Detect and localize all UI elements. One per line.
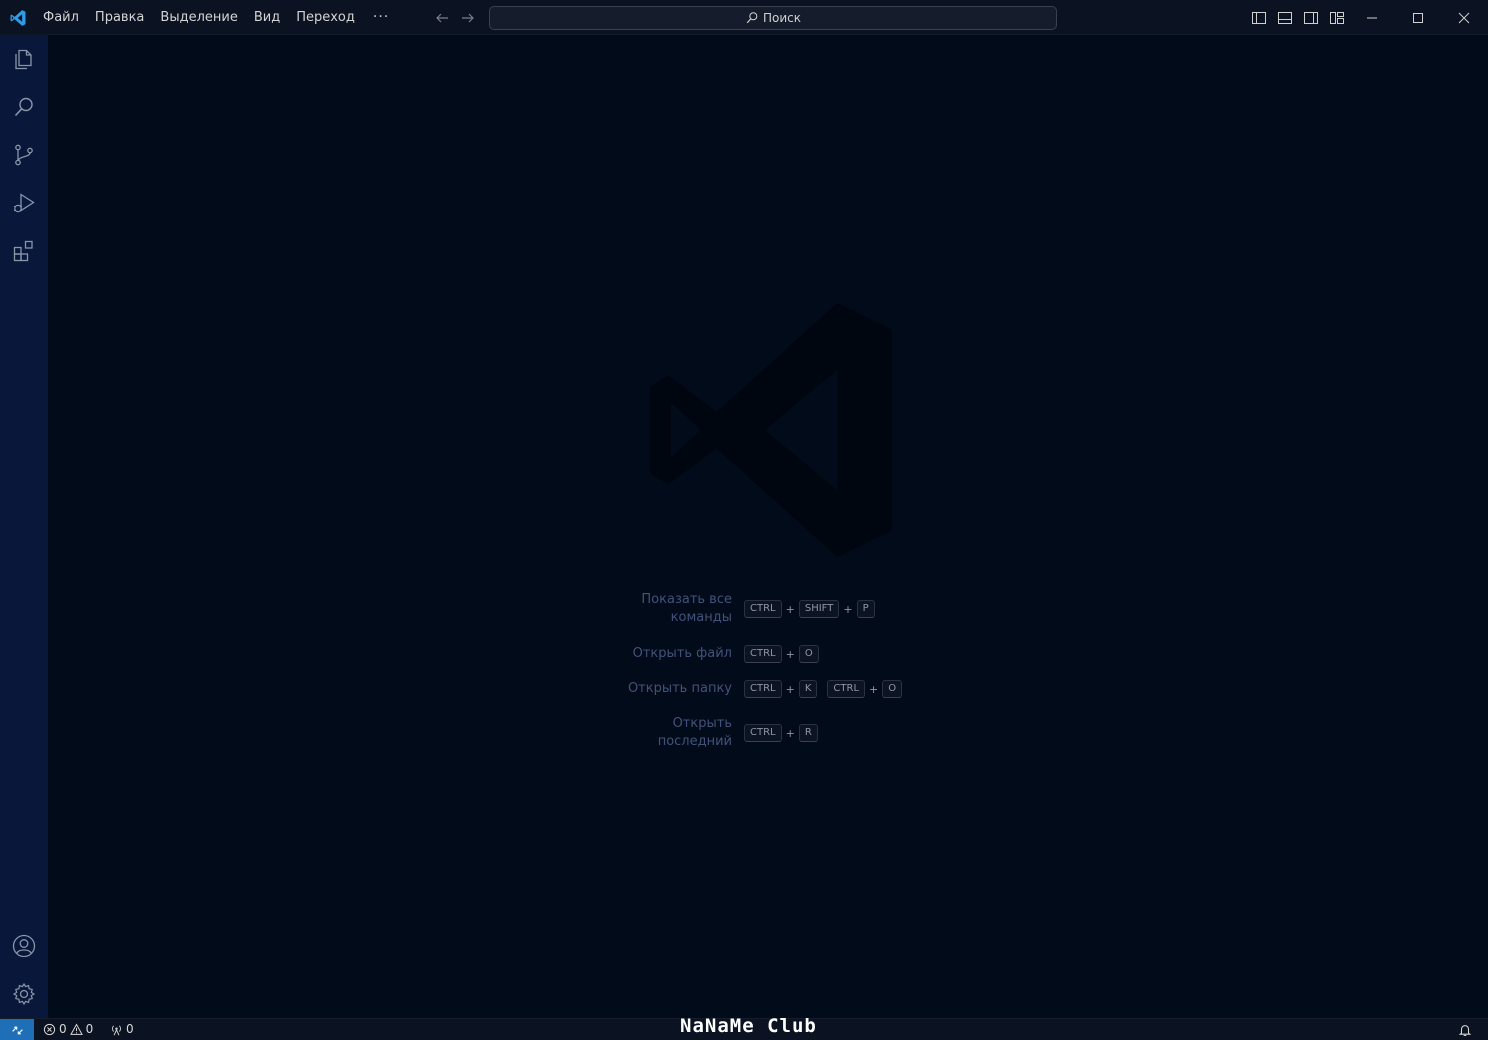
command-center-search[interactable]: Поиск: [489, 6, 1057, 30]
key-plus: +: [785, 602, 795, 616]
shortcut-open-folder: Открыть папку CTRL + K CTRL + O: [608, 680, 1008, 698]
key-cap: R: [798, 724, 818, 742]
menu-bar: Файл Правка Выделение Вид Переход ···: [35, 0, 399, 35]
ports-indicator[interactable]: 0: [110, 1022, 134, 1036]
warning-count: 0: [85, 1022, 94, 1036]
remote-indicator-icon: [11, 1026, 23, 1034]
minimize-icon: [1367, 17, 1377, 18]
customize-layout-icon[interactable]: [1329, 10, 1345, 26]
key-cap: CTRL: [744, 680, 782, 698]
run-debug-icon[interactable]: [12, 191, 36, 215]
shortcut-label: Открыть последний: [657, 716, 732, 749]
key-cap: O: [798, 645, 819, 663]
search-icon[interactable]: [12, 95, 36, 119]
back-arrow-icon[interactable]: [434, 10, 450, 26]
key-cap: CTRL: [827, 680, 866, 698]
ports-count: 0: [126, 1022, 134, 1036]
accounts-icon[interactable]: [12, 934, 36, 958]
forward-arrow-icon[interactable]: [460, 10, 476, 26]
shortcut-open-recent: Открыть последний CTRL + R: [608, 715, 1008, 751]
key-cap: CTRL: [744, 724, 782, 742]
shortcut-label: Открыть папку: [627, 681, 732, 696]
shortcut-keys: CTRL + K CTRL + O: [744, 680, 903, 698]
ports-antenna-icon: [112, 1025, 121, 1035]
key-cap: P: [856, 600, 875, 618]
menu-view[interactable]: Вид: [246, 0, 288, 35]
menu-edit[interactable]: Правка: [87, 0, 152, 35]
vscode-logo-icon: [10, 10, 26, 26]
maximize-icon: [1413, 12, 1423, 23]
menu-go[interactable]: Переход: [288, 0, 363, 35]
problems-indicator[interactable]: 0 0: [43, 1022, 93, 1036]
extensions-icon[interactable]: [12, 239, 36, 263]
vscode-window: Файл Правка Выделение Вид Переход ··· По…: [0, 0, 1488, 1040]
toggle-primary-sidebar-icon[interactable]: [1251, 10, 1267, 26]
notifications-bell-icon[interactable]: [1458, 1023, 1472, 1037]
activity-bar: [0, 35, 48, 1018]
close-button[interactable]: [1441, 0, 1487, 35]
shortcut-show-all-commands: Показать все команды CTRL + SHIFT + P: [608, 591, 1008, 627]
key-plus: +: [785, 647, 795, 661]
key-cap: SHIFT: [798, 600, 840, 618]
key-plus: +: [869, 682, 879, 696]
brand-watermark: NaNaMe Club: [680, 1015, 817, 1037]
toggle-secondary-sidebar-icon[interactable]: [1303, 10, 1319, 26]
shortcut-label: Открыть файл: [632, 646, 732, 661]
editor-area: Показать все команды CTRL + SHIFT + P От…: [48, 35, 1488, 1018]
menu-selection[interactable]: Выделение: [152, 0, 245, 35]
search-label: Поиск: [762, 11, 801, 25]
minimize-button[interactable]: [1349, 0, 1395, 35]
key-plus: +: [785, 682, 795, 696]
key-cap: CTRL: [744, 645, 782, 663]
shortcut-keys: CTRL + O: [744, 645, 819, 663]
warning-icon: [69, 1022, 83, 1035]
explorer-icon[interactable]: [12, 47, 36, 71]
shortcut-label: Показать все команды: [641, 592, 732, 625]
toggle-panel-icon[interactable]: [1277, 10, 1293, 26]
key-cap: CTRL: [744, 600, 782, 618]
key-plus: +: [785, 726, 795, 740]
maximize-button[interactable]: [1395, 0, 1441, 35]
title-bar: Файл Правка Выделение Вид Переход ··· По…: [0, 0, 1488, 35]
manage-gear-icon[interactable]: [12, 982, 36, 1006]
menu-more-button[interactable]: ···: [363, 1, 399, 34]
key-cap: O: [882, 680, 903, 698]
remote-indicator-button[interactable]: [0, 1019, 34, 1040]
shortcut-keys: CTRL + R: [744, 724, 818, 742]
error-count: 0: [59, 1022, 67, 1036]
source-control-icon[interactable]: [12, 143, 36, 167]
shortcut-open-file: Открыть файл CTRL + O: [608, 645, 1008, 663]
key-cap: K: [798, 680, 818, 698]
vscode-logo-watermark-icon: [650, 303, 892, 557]
key-plus: +: [843, 602, 853, 616]
error-icon: [43, 1023, 56, 1035]
menu-file[interactable]: Файл: [35, 0, 87, 35]
close-icon: [1458, 12, 1470, 23]
search-icon: [746, 12, 758, 24]
status-bar: 0 0 0 NaNaMe Club: [0, 1015, 1488, 1040]
shortcut-keys: CTRL + SHIFT + P: [744, 600, 875, 618]
